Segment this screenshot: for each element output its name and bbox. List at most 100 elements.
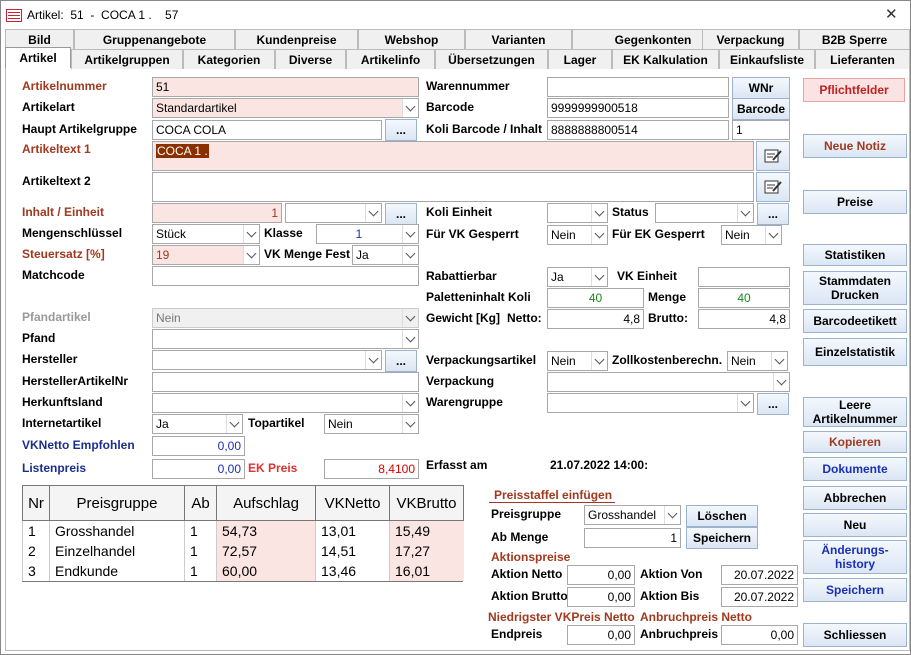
loeschen-button[interactable]: Löschen xyxy=(686,505,758,527)
col-preisgruppe[interactable]: Preisgruppe xyxy=(49,485,185,521)
chevron-down-icon[interactable] xyxy=(771,352,787,370)
kolieinheit-select[interactable] xyxy=(547,203,608,223)
chevron-down-icon[interactable] xyxy=(591,226,607,244)
schliessen-button[interactable]: Schliessen xyxy=(803,623,907,647)
cell-aufschlag[interactable]: 72,57 xyxy=(216,540,316,561)
ekpreis-field[interactable]: 8,4100 xyxy=(324,459,419,479)
chevron-down-icon[interactable] xyxy=(402,309,418,327)
col-aufschlag[interactable]: Aufschlag xyxy=(216,485,316,521)
chevron-down-icon[interactable] xyxy=(591,268,607,286)
statistiken-button[interactable]: Statistiken xyxy=(803,244,907,266)
abmenge-field[interactable]: 1 xyxy=(584,528,681,548)
aktion-von-field[interactable]: 20.07.2022 xyxy=(721,565,798,585)
staffel-speichern-button[interactable]: Speichern xyxy=(686,527,758,549)
chevron-down-icon[interactable] xyxy=(365,204,381,222)
artikeltext1-note-button[interactable] xyxy=(756,141,790,171)
einzelstatistik-button[interactable]: Einzelstatistik xyxy=(803,338,907,366)
pflichtfelder-button[interactable]: Pflichtfelder xyxy=(803,78,905,102)
fuervk-select[interactable]: Nein xyxy=(547,225,608,245)
gewicht-netto-field[interactable]: 4,8 xyxy=(547,309,644,329)
verpackungsartikel-select[interactable]: Nein xyxy=(547,351,608,371)
cell-vkbrutto[interactable]: 16,01 xyxy=(389,560,464,581)
chevron-down-icon[interactable] xyxy=(402,394,418,412)
cell-vkbrutto[interactable]: 15,49 xyxy=(389,520,464,541)
wnr-button[interactable]: WNr xyxy=(732,77,790,99)
staffel-preisgruppe-select[interactable]: Grosshandel xyxy=(584,505,681,525)
chevron-down-icon[interactable] xyxy=(591,352,607,370)
pfand-select[interactable] xyxy=(152,329,419,349)
herstellerartikelnr-field[interactable] xyxy=(152,372,419,392)
stammdaten-drucken-button[interactable]: Stammdaten Drucken xyxy=(803,271,907,305)
mengenschluessel-select[interactable]: Stück xyxy=(152,224,260,244)
tab-webshop[interactable]: Webshop xyxy=(358,29,465,49)
chevron-down-icon[interactable] xyxy=(402,415,418,433)
table-row[interactable]: 3 Endkunde 1 60,00 13,46 16,01 xyxy=(22,560,464,581)
paletteninhalt-field[interactable]: 40 xyxy=(547,288,644,308)
warennummer-field[interactable] xyxy=(547,77,729,97)
zollkosten-select[interactable]: Nein xyxy=(727,351,788,371)
chevron-down-icon[interactable] xyxy=(226,415,242,433)
status-select[interactable] xyxy=(655,203,754,223)
chevron-down-icon[interactable] xyxy=(243,246,259,264)
vknetto-empfohlen-field[interactable]: 0,00 xyxy=(152,436,245,456)
col-ab[interactable]: Ab xyxy=(184,485,217,521)
chevron-down-icon[interactable] xyxy=(365,351,381,369)
listenpreis-field[interactable]: 0,00 xyxy=(152,459,245,479)
artikeltext2-field[interactable] xyxy=(152,172,754,202)
hersteller-select[interactable] xyxy=(152,350,382,370)
tab-ek-kalkulation[interactable]: EK Kalkulation xyxy=(612,49,719,69)
cell-vkbrutto[interactable]: 17,27 xyxy=(389,540,464,561)
chevron-down-icon[interactable] xyxy=(243,225,259,243)
rabattierbar-select[interactable]: Ja xyxy=(547,267,608,287)
warengruppe-select[interactable] xyxy=(547,393,754,413)
kopieren-button[interactable]: Kopieren xyxy=(803,431,907,453)
col-nr[interactable]: Nr xyxy=(22,485,50,521)
steuersatz-select[interactable]: 19 xyxy=(152,245,260,265)
tab-artikelgruppen[interactable]: Artikelgruppen xyxy=(71,49,183,69)
chevron-down-icon[interactable] xyxy=(402,225,418,243)
topartikel-select[interactable]: Nein xyxy=(324,414,419,434)
cell-aufschlag[interactable]: 54,73 xyxy=(216,520,316,541)
verpackung-select[interactable] xyxy=(547,372,790,392)
tab-lager[interactable]: Lager xyxy=(548,49,612,69)
tab-kundenpreise[interactable]: Kundenpreise xyxy=(235,29,358,49)
menge-field[interactable]: 40 xyxy=(698,288,790,308)
chevron-down-icon[interactable] xyxy=(765,226,781,244)
chevron-down-icon[interactable] xyxy=(664,506,680,524)
barcode-field[interactable]: 9999999900518 xyxy=(547,98,729,118)
hersteller-button[interactable]: ... xyxy=(385,350,417,372)
einheit-select[interactable] xyxy=(285,203,382,223)
table-row[interactable]: 1 Grosshandel 1 54,73 13,01 15,49 xyxy=(22,520,464,541)
koli-inhalt-field[interactable]: 1 xyxy=(732,120,790,140)
einheit-button[interactable]: ... xyxy=(385,203,417,225)
fuerek-select[interactable]: Nein xyxy=(721,225,782,245)
tab-bild[interactable]: Bild xyxy=(5,29,74,49)
tab-lieferanten[interactable]: Lieferanten xyxy=(815,49,910,69)
barcode-button[interactable]: Barcode xyxy=(732,98,790,120)
chevron-down-icon[interactable] xyxy=(402,99,418,117)
chevron-down-icon[interactable] xyxy=(773,373,789,391)
col-vkbrutto[interactable]: VKBrutto xyxy=(389,485,464,521)
tab-einkaufsliste[interactable]: Einkaufsliste xyxy=(719,49,815,69)
tab-b2b-sperre[interactable]: B2B Sperre xyxy=(799,29,910,49)
tab-varianten[interactable]: Varianten xyxy=(465,29,572,49)
tab-artikelinfo[interactable]: Artikelinfo xyxy=(346,49,435,69)
tab-diverse[interactable]: Diverse xyxy=(275,49,346,69)
kolibarcode-field[interactable]: 8888888800514 xyxy=(547,120,729,140)
aenderungshistory-button[interactable]: Änderungs-history xyxy=(803,540,907,574)
inhalt-field[interactable]: 1 xyxy=(152,203,282,223)
vkmengefest-select[interactable]: Ja xyxy=(352,245,419,265)
internetartikel-select[interactable]: Ja xyxy=(152,414,243,434)
hauptgruppe-field[interactable]: COCA COLA xyxy=(152,120,382,140)
tab-uebersetzungen[interactable]: Übersetzungen xyxy=(435,49,548,69)
leere-artikelnummer-button[interactable]: Leere Artikelnummer xyxy=(803,397,907,427)
aktion-netto-field[interactable]: 0,00 xyxy=(567,565,635,585)
warengruppe-button[interactable]: ... xyxy=(757,393,789,415)
pfandartikel-select[interactable]: Nein xyxy=(152,308,419,328)
chevron-down-icon[interactable] xyxy=(737,204,753,222)
barcodeetikett-button[interactable]: Barcodeetikett xyxy=(803,309,907,333)
chevron-down-icon[interactable] xyxy=(402,246,418,264)
neu-button[interactable]: Neu xyxy=(803,513,907,537)
neue-notiz-button[interactable]: Neue Notiz xyxy=(803,134,907,158)
aktion-bis-field[interactable]: 20.07.2022 xyxy=(721,587,798,607)
